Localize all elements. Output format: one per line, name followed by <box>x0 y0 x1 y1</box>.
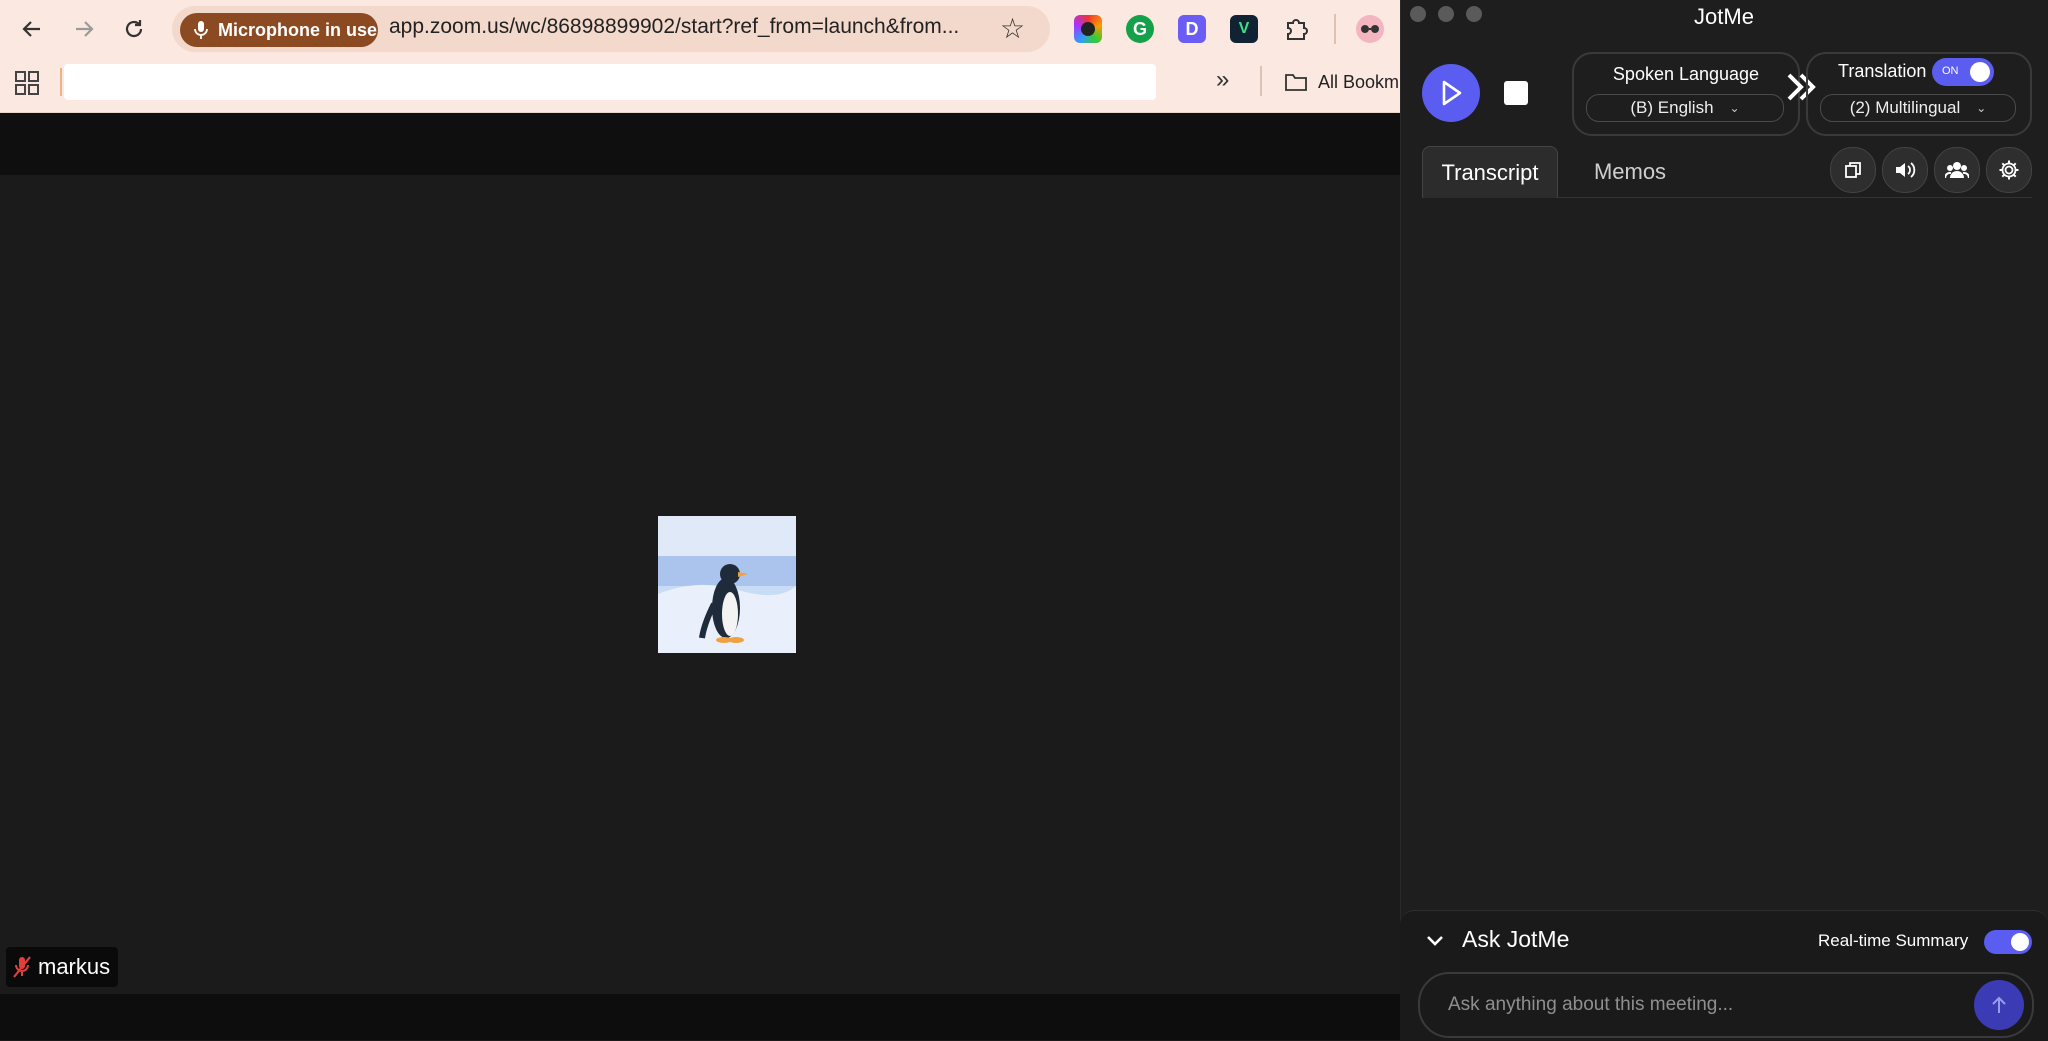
copy-button[interactable] <box>1830 147 1876 193</box>
toggle-knob <box>1970 62 1990 82</box>
chevron-down-icon: ⌄ <box>1729 101 1740 115</box>
color-extension-icon[interactable] <box>1074 15 1102 43</box>
extensions-puzzle-icon[interactable] <box>1282 15 1310 43</box>
play-icon <box>1442 80 1462 106</box>
back-button[interactable] <box>12 9 52 49</box>
bookmark-star-icon[interactable]: ☆ <box>1000 12 1025 45</box>
translation-toggle-text: ON <box>1942 65 1959 77</box>
gear-icon <box>1999 160 2019 180</box>
realtime-summary-toggle[interactable] <box>1984 930 2032 954</box>
reload-icon <box>125 20 143 38</box>
url-text[interactable]: app.zoom.us/wc/86898899902/start?ref_fro… <box>389 15 959 39</box>
bookmarks-divider <box>1260 66 1262 96</box>
spoken-language-value: (B) English <box>1630 98 1714 117</box>
settings-button[interactable] <box>1986 147 2032 193</box>
tab-transcript[interactable]: Transcript <box>1422 146 1558 198</box>
stop-button[interactable] <box>1504 81 1528 105</box>
forward-button[interactable] <box>64 9 104 49</box>
toggle-knob <box>2011 933 2029 951</box>
bookmarks-separator <box>60 68 62 96</box>
muted-microphone-icon <box>13 956 31 978</box>
audio-button[interactable] <box>1882 147 1928 193</box>
folder-icon <box>1285 74 1307 91</box>
tab-memos[interactable]: Memos <box>1580 146 1680 197</box>
forward-arrow-icon <box>76 21 94 37</box>
speaker-icon <box>1896 162 1916 178</box>
spoken-language-label: Spoken Language <box>1612 64 1760 84</box>
translation-toggle[interactable]: ON <box>1932 58 1994 86</box>
chevron-down-icon: ⌄ <box>1976 101 1987 115</box>
profile-avatar[interactable] <box>1356 15 1384 43</box>
toolbar-divider <box>1334 14 1336 44</box>
realtime-summary-label: Real-time Summary <box>1818 931 1969 950</box>
all-bookmarks-label: All Bookm <box>1318 71 1400 92</box>
v-extension-icon[interactable]: V <box>1230 15 1258 43</box>
people-group-icon <box>1945 162 1969 179</box>
mic-chip-label: Microphone in use <box>218 19 378 40</box>
arrow-up-icon <box>1992 996 2006 1013</box>
collapse-chevron-icon[interactable] <box>1426 930 1444 953</box>
zoom-bottom-bar <box>0 994 1400 1040</box>
translation-language-select[interactable]: (2) Multilingual ⌄ <box>1820 94 2016 122</box>
back-arrow-icon <box>22 21 40 37</box>
participant-name-tag: markus <box>6 947 119 987</box>
sunglasses-icon <box>1361 25 1379 33</box>
jotme-title: JotMe <box>1694 4 1754 29</box>
microphone-in-use-chip[interactable]: Microphone in use <box>180 13 378 47</box>
d-extension-icon[interactable]: D <box>1178 15 1206 43</box>
send-button[interactable] <box>1974 980 2024 1030</box>
all-bookmarks-button[interactable]: All Bookm <box>1284 64 1399 100</box>
reload-button[interactable] <box>114 9 154 49</box>
more-bookmarks-chevron-icon[interactable]: » <box>1216 66 1229 94</box>
copy-icon <box>1845 162 1861 178</box>
participant-name: markus <box>38 954 111 979</box>
play-button[interactable] <box>1422 64 1480 122</box>
grammarly-icon[interactable]: G <box>1126 15 1154 43</box>
microphone-icon <box>194 21 208 39</box>
bookmarks-blank-area <box>64 64 1156 100</box>
apps-grid-icon[interactable] <box>14 70 40 96</box>
ask-input-container <box>1418 972 2034 1038</box>
ask-input[interactable] <box>1446 988 1970 1022</box>
ask-jotme-title: Ask JotMe <box>1462 926 1570 952</box>
participants-button[interactable] <box>1934 147 1980 193</box>
translation-language-value: (2) Multilingual <box>1849 98 1961 117</box>
zoom-top-bar <box>0 113 1400 175</box>
translation-label: Translation <box>1838 61 1927 81</box>
participant-avatar-penguin <box>658 516 796 653</box>
spoken-language-select[interactable]: (B) English ⌄ <box>1586 94 1784 122</box>
